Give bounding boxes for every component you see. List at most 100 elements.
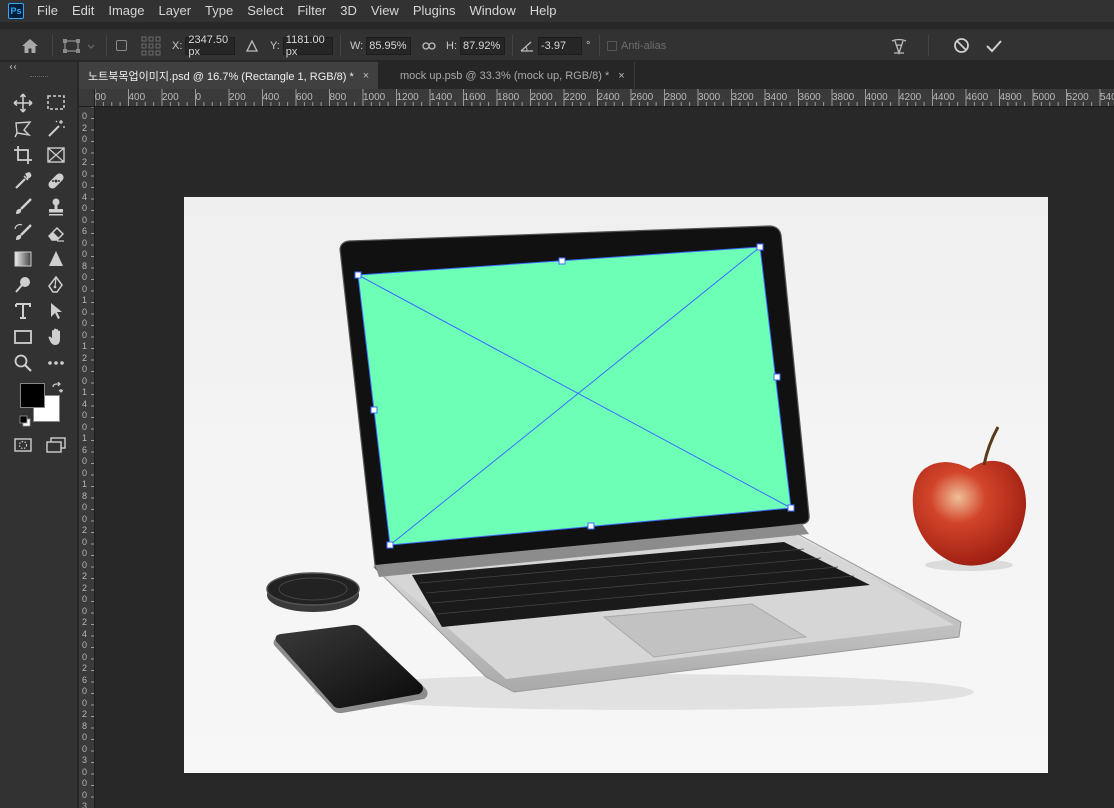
dodge-icon — [15, 277, 30, 293]
path-selection-tool[interactable] — [43, 299, 69, 323]
ruler-origin[interactable] — [79, 89, 95, 107]
move-icon — [13, 93, 33, 113]
more-icon — [48, 361, 64, 365]
eraser-tool[interactable] — [43, 221, 69, 245]
ruler-label: 2600 — [631, 92, 654, 103]
menu-view[interactable]: View — [364, 0, 406, 22]
ruler-label: 1000 — [363, 92, 386, 103]
close-tab-icon[interactable]: × — [363, 70, 369, 82]
close-tab-icon[interactable]: × — [618, 70, 624, 82]
collapse-panel-button[interactable]: ‹‹ — [9, 62, 17, 73]
menu-plugins[interactable]: Plugins — [406, 0, 463, 22]
ruler-label: 0 — [82, 686, 88, 696]
swap-colors-icon — [52, 381, 64, 393]
menu-image[interactable]: Image — [101, 0, 151, 22]
triangle-icon — [49, 251, 63, 266]
blur-tool[interactable] — [43, 247, 69, 271]
home-button[interactable] — [20, 29, 40, 62]
reference-point-locator[interactable] — [141, 29, 161, 62]
menu-select[interactable]: Select — [240, 0, 290, 22]
maintain-aspect-ratio-button[interactable] — [422, 29, 436, 62]
tab-mock-up-psb[interactable]: mock up.psb @ 33.3% (mock up, RGB/8) * × — [391, 62, 635, 89]
ruler-label: 2400 — [597, 92, 620, 103]
hand-icon — [48, 328, 60, 345]
spot-healing-brush-tool[interactable] — [43, 169, 69, 193]
y-position-field[interactable]: 1181.00 px — [282, 34, 333, 58]
frame-tool[interactable] — [43, 143, 69, 167]
gradient-tool[interactable] — [10, 247, 36, 271]
rectangle-tool[interactable] — [10, 325, 36, 349]
ruler-label: 0 — [82, 502, 88, 512]
type-tool[interactable] — [10, 299, 36, 323]
dodge-tool[interactable] — [10, 273, 36, 297]
foreground-color-fill — [21, 384, 44, 407]
crop-tool[interactable] — [10, 143, 36, 167]
link-icon — [422, 41, 436, 50]
ruler-label: 8 — [82, 490, 88, 501]
warp-icon — [891, 38, 907, 55]
history-brush-tool[interactable] — [10, 221, 36, 245]
zoom-tool[interactable] — [10, 351, 36, 375]
relative-position-toggle[interactable] — [246, 29, 258, 62]
anti-alias-checkbox[interactable]: Anti-alias — [607, 29, 666, 62]
ruler-label: 1400 — [430, 92, 453, 103]
quick-mask-button[interactable] — [10, 433, 36, 457]
magic-wand-tool[interactable] — [43, 117, 69, 141]
ruler-label: 600 — [296, 92, 313, 103]
width-field[interactable]: 85.95% — [366, 36, 412, 55]
rotation-angle-field[interactable]: -3.97 — [538, 36, 582, 55]
rectangular-marquee-tool[interactable] — [43, 91, 69, 115]
move-tool[interactable] — [10, 91, 36, 115]
edit-toolbar-button[interactable] — [43, 351, 69, 375]
ruler-label: 4000 — [865, 92, 888, 103]
menu-help[interactable]: Help — [523, 0, 564, 22]
crop-icon — [14, 146, 32, 164]
menu-layer[interactable]: Layer — [152, 0, 199, 22]
swap-colors-button[interactable] — [51, 381, 64, 397]
reference-point-toggle[interactable] — [116, 29, 127, 62]
horizontal-ruler[interactable]: 00 400 200 0 200 400 600 800 1000 1200 1400 1600 180… — [95, 89, 1114, 107]
ruler-label: 2 — [82, 352, 88, 363]
options-separator — [340, 35, 341, 56]
ruler-label: 200 — [162, 92, 179, 103]
menu-3d[interactable]: 3D — [333, 0, 364, 22]
vertical-ruler[interactable]: 0200200400600800100012001400160018002000… — [79, 107, 95, 808]
lasso-tool[interactable] — [10, 117, 36, 141]
ruler-label: 1 — [82, 433, 88, 443]
ruler-label: 0 — [82, 329, 88, 340]
polygonal-lasso-icon — [14, 121, 32, 138]
ruler-label: 0 — [82, 651, 88, 662]
menu-filter[interactable]: Filter — [290, 0, 333, 22]
ruler-label: 0 — [82, 467, 88, 478]
pen-tool[interactable] — [43, 273, 69, 297]
menu-window[interactable]: Window — [462, 0, 522, 22]
brush-tool[interactable] — [10, 195, 36, 219]
puppet-warp-toggle[interactable] — [890, 29, 908, 62]
hand-tool[interactable] — [43, 325, 69, 349]
ruler-label: 0 — [82, 134, 88, 144]
screen-mode-button[interactable] — [43, 433, 69, 457]
cancel-transform-button[interactable] — [953, 29, 970, 62]
photoshop-logo-icon[interactable]: Ps — [8, 3, 24, 19]
default-colors-button[interactable] — [19, 415, 31, 430]
document-canvas[interactable] — [184, 197, 1048, 773]
foreground-color-swatch[interactable] — [20, 383, 45, 408]
panel-grip — [30, 76, 48, 78]
tab-laptop-mockup[interactable]: 노트북목업이미지.psd @ 16.7% (Rectangle 1, RGB/8… — [79, 62, 379, 89]
options-bar: X: 2347.50 px Y: 1181.00 px W: 85.95% H:… — [0, 28, 1114, 61]
height-field[interactable]: 87.92% — [460, 36, 505, 55]
menu-file[interactable]: File — [30, 0, 65, 22]
tab-label: 노트북목업이미지.psd @ 16.7% (Rectangle 1, RGB/8… — [88, 70, 354, 83]
ruler-label: 2 — [82, 663, 88, 673]
menu-edit[interactable]: Edit — [65, 0, 101, 22]
ruler-label: 3 — [82, 755, 88, 765]
eyedropper-tool[interactable] — [10, 169, 36, 193]
pen-icon — [48, 275, 63, 293]
menu-type[interactable]: Type — [198, 0, 240, 22]
commit-transform-button[interactable] — [985, 29, 1003, 62]
menu-bar: Ps File Edit Image Layer Type Select Fil… — [0, 0, 1114, 22]
checkbox-icon — [116, 40, 127, 51]
tool-preset-picker[interactable] — [62, 29, 96, 62]
x-position-field[interactable]: 2347.50 px — [185, 34, 236, 58]
clone-stamp-tool[interactable] — [43, 195, 69, 219]
